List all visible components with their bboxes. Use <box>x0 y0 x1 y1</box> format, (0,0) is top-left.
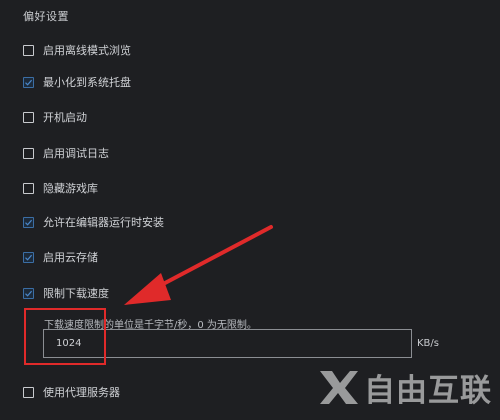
checkbox[interactable] <box>23 44 34 56</box>
watermark-text: 自由互联 <box>364 372 492 409</box>
x-logo-icon <box>320 371 358 404</box>
option-use-proxy[interactable]: 使用代理服务器 <box>23 384 120 400</box>
checkmark-icon <box>25 219 33 226</box>
option-debug-log[interactable]: 启用调试日志 <box>23 145 109 161</box>
checkbox-checked[interactable] <box>23 251 34 263</box>
option-label: 使用代理服务器 <box>43 386 120 399</box>
checkbox[interactable] <box>23 111 34 123</box>
option-label: 最小化到系统托盘 <box>43 76 131 89</box>
checkbox-checked[interactable] <box>23 76 34 88</box>
option-limit-download-speed[interactable]: 限制下载速度 <box>23 285 109 301</box>
checkmark-icon <box>25 254 33 261</box>
option-offline-mode[interactable]: 启用离线模式浏览 <box>23 42 131 58</box>
watermark: 自由互联 <box>318 362 492 412</box>
option-label: 隐藏游戏库 <box>43 182 98 195</box>
option-minimize-to-tray[interactable]: 最小化到系统托盘 <box>23 74 131 90</box>
option-label: 开机启动 <box>43 111 87 124</box>
checkmark-icon <box>25 290 33 297</box>
option-hide-library[interactable]: 隐藏游戏库 <box>23 180 98 196</box>
option-label: 启用离线模式浏览 <box>43 44 131 57</box>
option-label: 启用调试日志 <box>43 147 109 160</box>
option-install-while-editor-running[interactable]: 允许在编辑器运行时安装 <box>23 214 164 230</box>
checkbox[interactable] <box>23 386 34 398</box>
checkbox[interactable] <box>23 147 34 159</box>
download-speed-unit: KB/s <box>417 338 439 349</box>
checkmark-icon <box>25 79 33 86</box>
option-label: 限制下载速度 <box>43 287 109 300</box>
preferences-section-title: 偏好设置 <box>23 10 69 23</box>
option-label: 启用云存储 <box>43 251 98 264</box>
download-speed-input[interactable] <box>43 329 412 358</box>
checkbox-checked[interactable] <box>23 216 34 228</box>
option-cloud-storage[interactable]: 启用云存储 <box>23 249 98 265</box>
checkbox[interactable] <box>23 182 34 194</box>
option-launch-on-startup[interactable]: 开机启动 <box>23 109 87 125</box>
checkbox-checked[interactable] <box>23 287 34 299</box>
option-label: 允许在编辑器运行时安装 <box>43 216 164 229</box>
